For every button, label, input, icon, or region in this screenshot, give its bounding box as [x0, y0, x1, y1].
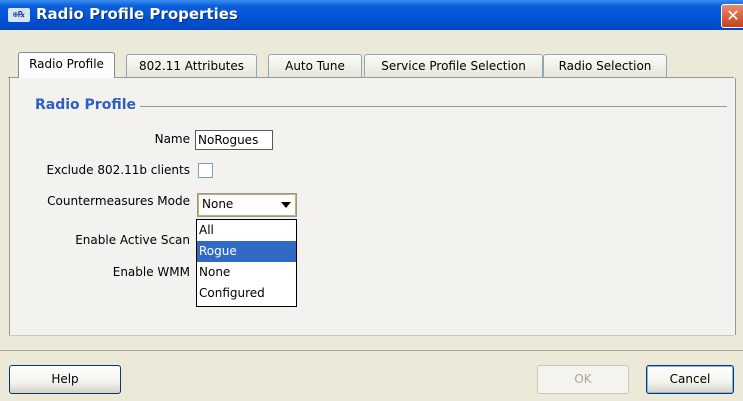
- tab-radio-selection[interactable]: Radio Selection: [543, 54, 667, 77]
- section-title: Radio Profile: [35, 97, 136, 113]
- enable-active-scan-label: Enable Active Scan: [75, 233, 190, 247]
- status-strip: [9, 335, 734, 348]
- button-bar-divider: [0, 350, 743, 351]
- tab-80211-attributes[interactable]: 802.11 Attributes: [126, 54, 257, 77]
- countermeasures-mode-select[interactable]: None: [197, 193, 297, 217]
- countermeasures-mode-options: All Rogue None Configured: [196, 219, 297, 307]
- option-rogue[interactable]: Rogue: [197, 241, 296, 262]
- title-bar[interactable]: ⊕℞ Radio Profile Properties ✕: [0, 0, 743, 30]
- section-divider: [140, 106, 727, 107]
- enable-wmm-label: Enable WMM: [112, 265, 190, 279]
- ok-button[interactable]: OK: [537, 365, 629, 394]
- option-configured[interactable]: Configured: [197, 283, 296, 304]
- option-all[interactable]: All: [197, 220, 296, 241]
- tab-service-profile-selection[interactable]: Service Profile Selection: [364, 54, 543, 77]
- name-input[interactable]: NoRogues: [195, 130, 273, 150]
- cancel-button[interactable]: Cancel: [646, 365, 734, 394]
- countermeasures-mode-value: None: [202, 197, 234, 211]
- option-none[interactable]: None: [197, 262, 296, 283]
- app-icon: ⊕℞: [8, 8, 30, 22]
- exclude-80211b-checkbox[interactable]: [198, 163, 213, 178]
- help-button[interactable]: Help: [9, 365, 121, 394]
- dialog-window: ⊕℞ Radio Profile Properties ✕ Radio Prof…: [0, 0, 743, 401]
- chevron-down-icon[interactable]: [281, 202, 291, 208]
- tab-radio-profile[interactable]: Radio Profile: [18, 52, 115, 78]
- close-button[interactable]: ✕: [721, 4, 743, 28]
- tab-auto-tune[interactable]: Auto Tune: [268, 54, 362, 77]
- name-label: Name: [154, 132, 190, 146]
- exclude-80211b-label: Exclude 802.11b clients: [46, 163, 190, 177]
- countermeasures-mode-label: Countermeasures Mode: [47, 194, 190, 208]
- window-title: Radio Profile Properties: [36, 5, 238, 23]
